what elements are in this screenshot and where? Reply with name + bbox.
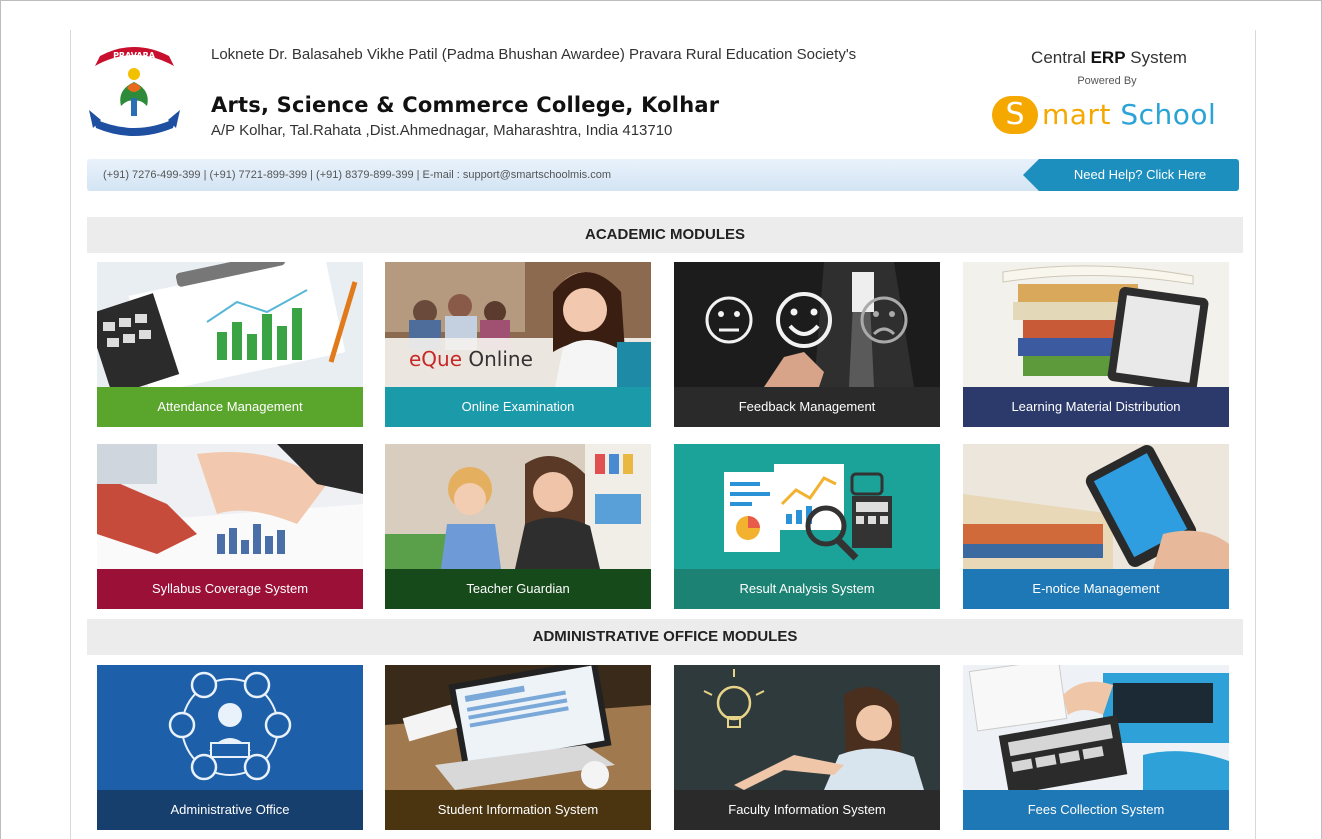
tile-caption: Administrative Office [97,790,363,830]
tile-teacher-guardian[interactable]: Teacher Guardian [385,444,651,609]
tile-caption: Faculty Information System [674,790,940,830]
administrative-modules-header: ADMINISTRATIVE OFFICE MODULES [87,619,1243,655]
tile-caption: E-notice Management [963,569,1229,609]
online-text: Online [462,347,533,371]
tile-caption: Attendance Management [97,387,363,427]
administrative-office-image [97,665,363,790]
brand-text: mart School [1042,98,1216,131]
tile-online-examination[interactable]: eQue Online Online Examination [385,262,651,427]
tile-learning-material-distribution[interactable]: Learning Material Distribution [963,262,1229,427]
erp-prefix: Central [1031,48,1091,67]
result-analysis-image [674,444,940,569]
syllabus-image [97,444,363,569]
tile-caption: Fees Collection System [963,790,1229,830]
tile-caption: Teacher Guardian [385,569,651,609]
learning-material-image [963,262,1229,387]
student-info-image [385,665,651,790]
tile-caption: Student Information System [385,790,651,830]
smart-school-logo: S mart School [992,94,1242,138]
erp-suffix: System [1125,48,1187,67]
tile-faculty-information-system[interactable]: Faculty Information System [674,665,940,830]
tile-result-analysis-system[interactable]: Result Analysis System [674,444,940,609]
faculty-info-image [674,665,940,790]
tile-caption: Learning Material Distribution [963,387,1229,427]
tile-caption: Syllabus Coverage System [97,569,363,609]
tile-caption: Online Examination [385,387,651,427]
brand-school: School [1120,98,1217,131]
tile-caption: Feedback Management [674,387,940,427]
feedback-image [674,262,940,387]
eque-text: eQue [409,347,462,371]
attendance-image [97,262,363,387]
powered-by-label: Powered By [1077,75,1137,87]
tile-attendance-management[interactable]: Attendance Management [97,262,363,427]
brand-mart: mart [1042,98,1121,131]
fees-collection-image [963,665,1229,790]
tile-feedback-management[interactable]: Feedback Management [674,262,940,427]
tile-e-notice-management[interactable]: E-notice Management [963,444,1229,609]
academic-modules-header: ACADEMIC MODULES [87,217,1243,253]
contact-text: (+91) 7276-499-399 | (+91) 7721-899-399 … [103,169,611,181]
page-container: PRAVARA Loknete Dr. Balasaheb Vikhe Pati… [70,30,1256,839]
tile-fees-collection-system[interactable]: Fees Collection System [963,665,1229,830]
need-help-button[interactable]: Need Help? Click Here [1023,159,1239,191]
logo-banner-text: PRAVARA [113,51,156,60]
society-name: Loknete Dr. Balasaheb Vikhe Patil (Padma… [211,46,857,63]
tile-student-information-system[interactable]: Student Information System [385,665,651,830]
teacher-guardian-image [385,444,651,569]
eque-overlay: eQue Online [409,347,533,371]
college-logo: PRAVARA [87,40,182,140]
tile-caption: Result Analysis System [674,569,940,609]
erp-bold: ERP [1090,48,1126,67]
online-exam-image: eQue Online [385,262,651,387]
e-notice-image [963,444,1229,569]
brand-s-badge: S [992,96,1038,134]
erp-title: Central ERP System [1009,48,1209,68]
college-address: A/P Kolhar, Tal.Rahata ,Dist.Ahmednagar,… [211,122,673,139]
tile-syllabus-coverage-system[interactable]: Syllabus Coverage System [97,444,363,609]
tile-administrative-office[interactable]: Administrative Office [97,665,363,830]
college-name: Arts, Science & Commerce College, Kolhar [211,93,720,117]
contact-bar: (+91) 7276-499-399 | (+91) 7721-899-399 … [87,159,1239,191]
